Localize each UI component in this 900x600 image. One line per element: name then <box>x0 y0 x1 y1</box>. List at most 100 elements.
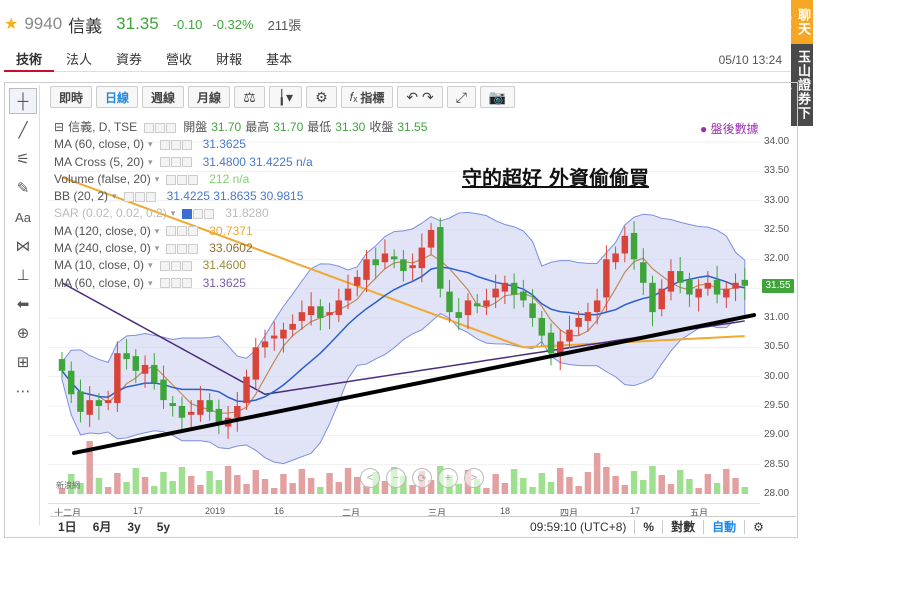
settings-gear-icon[interactable]: ⚙ <box>306 86 337 108</box>
candle-body <box>538 318 546 336</box>
candle-body <box>566 329 573 342</box>
legend-row: MA (10, close, 0) ▾ 31.4600 <box>54 257 427 274</box>
candle-body <box>270 335 278 339</box>
dropdown-icon[interactable]: ▾ <box>112 188 117 205</box>
price-axis: 34.0033.5033.0032.5032.0031.5031.0030.50… <box>760 112 798 506</box>
favorite-star-icon[interactable]: ★ <box>4 14 18 34</box>
measure-icon[interactable]: ⊥ <box>9 262 37 288</box>
x-tick-label: 17 <box>133 506 144 516</box>
ruler-icon[interactable]: ⊞ <box>9 349 37 375</box>
volume-bar <box>215 480 223 494</box>
tab-5[interactable]: 基本 <box>254 50 304 72</box>
range-5y[interactable]: 5y <box>149 520 178 534</box>
interval-weekly-button[interactable]: 週線 <box>142 86 185 108</box>
zoom-out-icon[interactable]: − <box>386 468 406 488</box>
volume-bar <box>566 477 573 494</box>
crosshair-icon[interactable]: ┼ <box>9 88 37 114</box>
collapse-icon[interactable]: ⊟ <box>54 119 64 136</box>
candle-body <box>520 291 527 301</box>
more-icon[interactable]: ⋯ <box>9 378 37 404</box>
tab-2[interactable]: 資券 <box>104 50 154 72</box>
candle-body <box>686 279 693 295</box>
legend-controls[interactable] <box>144 122 177 133</box>
dropdown-icon[interactable]: ▾ <box>155 171 160 188</box>
dropdown-icon[interactable]: ▾ <box>148 154 153 171</box>
dropdown-icon[interactable]: ▾ <box>148 275 153 292</box>
text-icon[interactable]: Aa <box>9 204 37 230</box>
volume-bar <box>104 487 112 494</box>
dropdown-icon[interactable]: ▾ <box>148 257 153 274</box>
indicator-values: 31.4225 31.8635 30.9815 <box>166 189 304 204</box>
fullscreen-icon[interactable]: ⤢ <box>446 86 476 108</box>
candle-body <box>197 400 204 415</box>
volume-bar <box>649 466 656 494</box>
close-label: 收盤 <box>369 120 394 134</box>
undo-redo-icon[interactable]: ↶ ↷ <box>397 86 443 108</box>
tab-1[interactable]: 法人 <box>54 50 104 72</box>
pattern-icon[interactable]: ⋈ <box>9 233 37 259</box>
candle-body <box>630 232 638 260</box>
volume-bar <box>492 474 499 494</box>
indicator-label: MA (120, close, 0) <box>54 223 151 238</box>
fib-icon[interactable]: ⚟ <box>9 146 37 172</box>
volume-bar <box>206 471 213 494</box>
balance-icon[interactable]: ⚖ <box>234 86 265 108</box>
trendline-icon[interactable]: ╱ <box>9 117 37 143</box>
indicator-values: 31.3625 <box>202 137 246 152</box>
auto-toggle[interactable]: 自動 <box>712 518 736 535</box>
zoom-icon[interactable]: ⊕ <box>9 320 37 346</box>
volume-bar <box>270 488 278 494</box>
scroll-left-icon[interactable]: < <box>360 468 380 488</box>
open-value: 31.70 <box>211 120 242 134</box>
indicator-controls[interactable] <box>123 191 156 202</box>
camera-icon[interactable]: 📷 <box>479 86 516 108</box>
current-price-tag: 31.55 <box>762 278 794 293</box>
indicator-label: MA Cross (5, 20) <box>54 154 145 169</box>
dropdown-icon[interactable]: ▾ <box>148 136 153 153</box>
percent-toggle[interactable]: % <box>643 520 654 534</box>
volume-bar <box>197 485 204 494</box>
indicator-label: SAR (0.02, 0.02, 0.2) <box>54 206 167 221</box>
scroll-right-icon[interactable]: > <box>464 468 484 488</box>
candle-type-icon[interactable]: ╽▾ <box>268 86 303 108</box>
indicator-controls[interactable] <box>159 261 192 272</box>
tab-4[interactable]: 財報 <box>204 50 254 72</box>
indicator-controls[interactable] <box>166 174 199 185</box>
candle-body <box>640 262 647 283</box>
indicator-controls[interactable] <box>159 278 192 289</box>
y-tick-label: 33.00 <box>764 194 790 206</box>
candle-body <box>160 379 167 401</box>
candle-body <box>612 253 619 263</box>
dropdown-icon[interactable]: ▾ <box>155 240 160 257</box>
indicator-controls[interactable] <box>159 157 192 168</box>
interval-monthly-button[interactable]: 月線 <box>188 86 231 108</box>
indicator-controls[interactable] <box>182 209 215 220</box>
range-6m[interactable]: 6月 <box>85 518 120 535</box>
interval-daily-button[interactable]: 日線 <box>96 86 139 108</box>
volume-bar <box>695 488 702 494</box>
log-toggle[interactable]: 對數 <box>671 518 695 535</box>
dropdown-icon[interactable]: ▾ <box>171 205 176 222</box>
range-1d[interactable]: 1日 <box>50 518 85 535</box>
indicator-controls[interactable] <box>159 139 192 150</box>
indicators-button[interactable]: 𝑓ₓ 指標 <box>340 86 394 108</box>
candle-body <box>695 288 702 298</box>
arrow-left-icon[interactable]: ⬅ <box>9 291 37 317</box>
interval-realtime-button[interactable]: 即時 <box>50 86 93 108</box>
scale-settings-icon[interactable]: ⚙ <box>753 520 764 534</box>
tab-0[interactable]: 技術 <box>4 50 55 72</box>
candle-body <box>676 271 684 283</box>
volume-bar <box>178 467 186 494</box>
indicator-controls[interactable] <box>166 226 199 237</box>
range-3y[interactable]: 3y <box>119 520 148 534</box>
brush-icon[interactable]: ✎ <box>9 175 37 201</box>
candle-body <box>132 356 140 371</box>
chat-room-button[interactable]: 聊天室 <box>777 0 813 44</box>
indicator-controls[interactable] <box>166 243 199 254</box>
dropdown-icon[interactable]: ▾ <box>155 223 160 240</box>
zoom-in-icon[interactable]: + <box>438 468 458 488</box>
candle-body <box>713 279 721 295</box>
tab-3[interactable]: 營收 <box>154 50 204 72</box>
after-hours-link[interactable]: ● 盤後數據 <box>700 120 759 137</box>
reset-icon[interactable]: ⟳ <box>412 468 432 488</box>
